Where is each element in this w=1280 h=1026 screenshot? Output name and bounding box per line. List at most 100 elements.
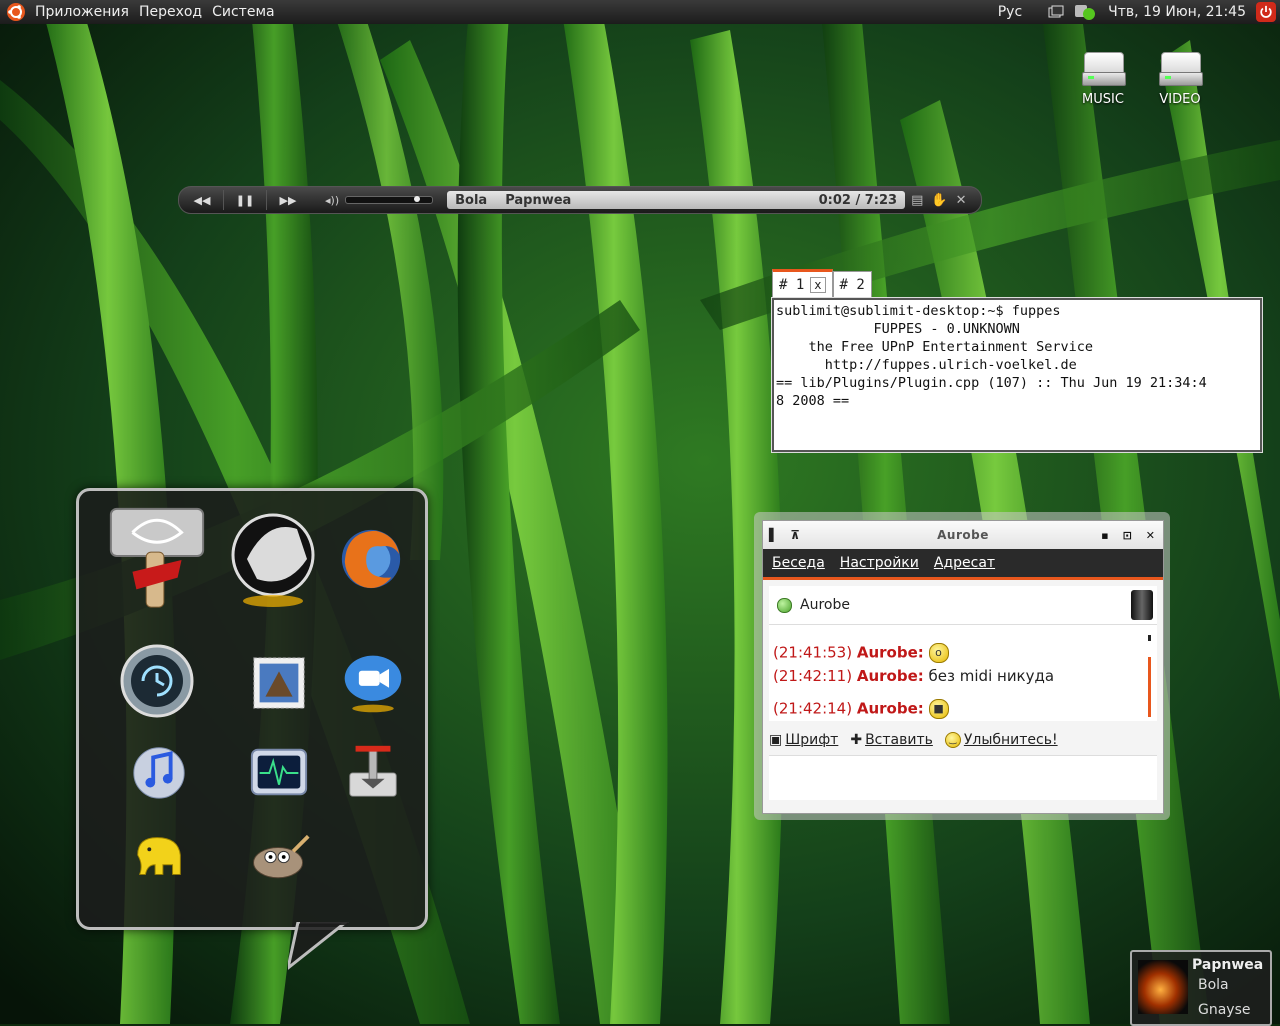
maximize-button[interactable]: ⊡ xyxy=(1123,529,1132,542)
cool-smiley-icon: ■ xyxy=(928,699,949,719)
window-menu-icon[interactable]: ▌ xyxy=(769,528,778,542)
firefox-icon[interactable] xyxy=(331,519,411,599)
track-info: Bola Papnwea 0:02 / 7:23 xyxy=(447,191,906,209)
notification-album: Gnayse xyxy=(1198,1002,1251,1018)
message-time: (21:41:53) xyxy=(773,643,853,662)
terminal-line: FUPPES - 0.UNKNOWN xyxy=(776,321,1020,337)
terminal-tabs: # 1 x # 2 xyxy=(772,268,1262,298)
close-icon[interactable]: ✕ xyxy=(956,193,967,208)
terminal-output[interactable]: sublimit@sublimit-desktop:~$ fuppes FUPP… xyxy=(771,297,1263,453)
playlist-icon[interactable]: ▤ xyxy=(911,193,923,208)
chat-message: (21:42:14) Aurobe: ■ xyxy=(773,699,949,719)
app-launcher-dock xyxy=(76,488,428,930)
window-list-icon[interactable] xyxy=(1048,5,1064,19)
chat-window: ▌ ⊼ Aurobe ▪ ⊡ ✕ Беседа Настройки Адреса… xyxy=(754,512,1170,820)
pin-icon[interactable]: ⊼ xyxy=(790,528,800,542)
desktop-icon-label: VIDEO xyxy=(1159,92,1201,107)
tab-label: # 2 xyxy=(839,277,865,293)
online-status-icon xyxy=(777,597,792,613)
keyboard-layout-indicator[interactable]: Рус xyxy=(998,4,1022,20)
menu-system[interactable]: Система xyxy=(207,4,279,20)
menu-options[interactable]: Настройки xyxy=(840,555,919,571)
terminal-line: the Free UPnP Entertainment Service xyxy=(776,339,1093,355)
terminal-line: http://fuppes.ulrich-voelkel.de xyxy=(776,357,1077,373)
menu-conversation[interactable]: Беседа xyxy=(772,555,825,571)
thor-hammer-icon[interactable] xyxy=(101,501,213,613)
previous-button[interactable]: ◀◀ xyxy=(181,190,223,210)
close-button[interactable]: ✕ xyxy=(1146,529,1155,542)
clock[interactable]: Чтв, 19 Июн, 21:45 xyxy=(1108,4,1246,20)
menu-places[interactable]: Переход xyxy=(134,4,207,20)
track-time: 0:02 / 7:23 xyxy=(818,192,898,208)
drive-icon xyxy=(1159,52,1203,86)
menu-applications[interactable]: Приложения xyxy=(30,4,134,20)
next-button[interactable]: ▶▶ xyxy=(267,190,309,210)
font-icon: ▣ xyxy=(769,732,783,748)
notification-title: Papnwea xyxy=(1192,957,1264,973)
tab-close-button[interactable]: x xyxy=(810,277,826,293)
tab-terminal-1[interactable]: # 1 x xyxy=(772,269,833,298)
chat-message: (21:41:53) Aurobe: o xyxy=(773,643,949,663)
mail-stamp-icon[interactable] xyxy=(239,643,319,723)
contact-header: Aurobe xyxy=(769,586,1157,625)
network-status-icon[interactable] xyxy=(1074,3,1098,21)
dock-pointer xyxy=(288,922,349,970)
scrollbar-thumb[interactable] xyxy=(1148,657,1151,717)
message-text: без midi никуда xyxy=(928,667,1055,685)
desktop-icon-label: MUSIC xyxy=(1082,92,1124,107)
desktop-icon-music[interactable]: MUSIC xyxy=(1068,52,1138,107)
chat-titlebar[interactable]: ▌ ⊼ Aurobe ▪ ⊡ ✕ xyxy=(763,521,1163,549)
contact-avatar[interactable] xyxy=(1131,590,1153,620)
menu-buddy[interactable]: Адресат xyxy=(934,555,995,571)
chat-message: (21:42:11) Aurobe: без midi никуда xyxy=(773,667,1054,685)
top-panel: Приложения Переход Система Рус Чтв, 19 И… xyxy=(0,0,1280,24)
volume-slider[interactable] xyxy=(345,196,434,204)
video-chat-icon[interactable] xyxy=(333,643,413,723)
chat-menubar: Беседа Настройки Адресат xyxy=(763,549,1163,580)
media-player-bar: ◀◀ ❚❚ ▶▶ ◂)) Bola Papnwea 0:02 / 7:23 ▤ … xyxy=(178,186,982,214)
message-nick: Aurobe: xyxy=(856,699,924,718)
message-nick: Aurobe: xyxy=(856,643,924,662)
notification-artist: Bola xyxy=(1198,977,1229,993)
contact-name: Aurobe xyxy=(800,597,850,613)
tab-terminal-2[interactable]: # 2 xyxy=(832,271,872,298)
terminal-line: sublimit@sublimit-desktop:~$ fuppes xyxy=(776,303,1061,319)
insert-button[interactable]: ✚ Вставить xyxy=(850,732,933,748)
volume-knob[interactable] xyxy=(414,196,421,202)
tab-label: # 1 xyxy=(779,277,805,293)
smile-button[interactable]: ‿ Улыбнитесь! xyxy=(944,732,1058,748)
winamp-hand-icon[interactable] xyxy=(225,507,329,611)
terminal-window: # 1 x # 2 sublimit@sublimit-desktop:~$ f… xyxy=(771,268,1263,453)
elephant-icon[interactable] xyxy=(119,817,199,897)
now-playing-notification[interactable]: Papnwea Bola Gnayse xyxy=(1130,950,1272,1026)
installer-icon[interactable] xyxy=(333,731,413,811)
message-time: (21:42:14) xyxy=(773,699,853,718)
surprised-smiley-icon: o xyxy=(928,643,949,663)
desktop-icon-video[interactable]: VIDEO xyxy=(1145,52,1215,107)
message-history[interactable]: ‒ ‒ ‒ ‒ ‒ ‒ ‒ ‒ ‒ ‒ ‒ ‒ ‒ (21:41:53) Aur… xyxy=(769,625,1157,721)
track-title: Papnwea xyxy=(505,192,572,208)
scrollbar-top[interactable] xyxy=(1148,635,1151,641)
power-icon[interactable] xyxy=(1256,2,1276,22)
pause-button[interactable]: ❚❚ xyxy=(223,190,267,210)
minimize-button[interactable]: ▪ xyxy=(1101,529,1108,542)
message-nick: Aurobe: xyxy=(856,667,924,685)
volume-icon: ◂)) xyxy=(325,193,340,207)
format-toolbar: ▣ Шрифт ✚ Вставить ‿ Улыбнитесь! xyxy=(769,727,1157,753)
message-input[interactable] xyxy=(769,755,1157,800)
plus-icon: ✚ xyxy=(850,732,863,748)
smiley-icon: ‿ xyxy=(944,732,961,748)
time-machine-icon[interactable] xyxy=(117,641,197,721)
font-button[interactable]: ▣ Шрифт xyxy=(769,732,838,748)
activity-monitor-icon[interactable] xyxy=(239,733,319,813)
terminal-line: 8 2008 == xyxy=(776,393,850,409)
gimp-icon[interactable] xyxy=(239,817,319,897)
drive-icon xyxy=(1082,52,1126,86)
ubuntu-logo-icon[interactable] xyxy=(6,2,26,22)
album-art xyxy=(1138,960,1188,1014)
terminal-line: == lib/Plugins/Plugin.cpp (107) :: Thu J… xyxy=(776,375,1207,391)
track-artist: Bola xyxy=(455,192,488,208)
itunes-icon[interactable] xyxy=(119,731,199,811)
message-time: (21:42:11) xyxy=(773,667,853,685)
settings-icon[interactable]: ✋ xyxy=(931,193,947,208)
